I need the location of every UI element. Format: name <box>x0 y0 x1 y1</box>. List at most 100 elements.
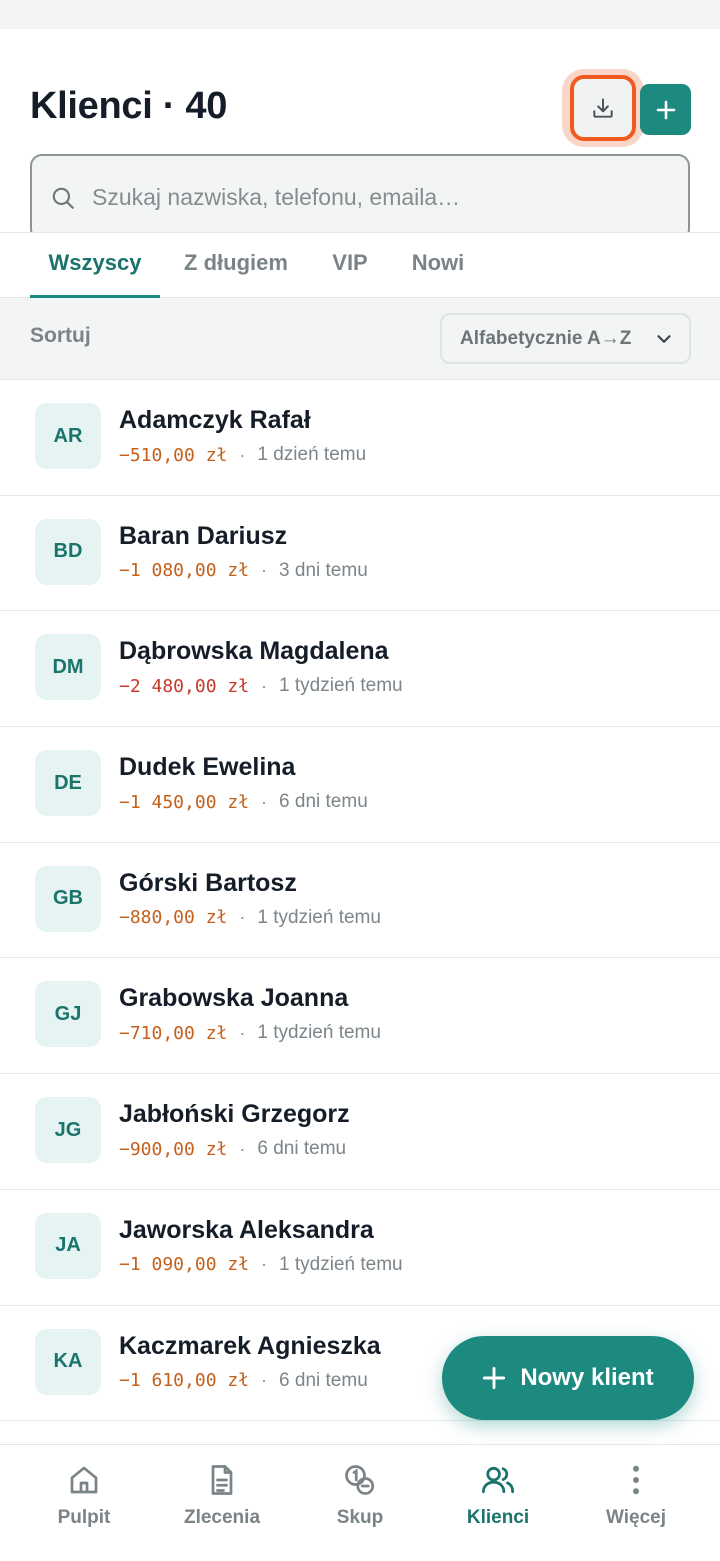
debt-amount: −880,00 zł <box>119 907 228 929</box>
client-meta: −1 080,00 zł · 3 dni temu <box>119 560 368 582</box>
client-meta: −1 610,00 zł · 6 dni temu <box>119 1370 368 1392</box>
tab-label: Z długiem <box>184 250 288 275</box>
separator: · <box>261 675 268 696</box>
export-button[interactable] <box>570 75 636 141</box>
separator: · <box>261 791 268 812</box>
add-client-button[interactable] <box>640 84 691 135</box>
plus-icon <box>656 100 675 119</box>
nav-label: Pulpit <box>57 1507 111 1528</box>
users-icon <box>481 1466 515 1494</box>
client-meta: −880,00 zł · 1 tydzień temu <box>119 907 381 929</box>
tab-vip[interactable]: VIP <box>318 233 382 299</box>
client-name: Dąbrowska Magdalena <box>119 637 389 666</box>
client-name: Kaczmarek Agnieszka <box>119 1331 381 1360</box>
last-activity: 3 dni temu <box>279 559 368 581</box>
nav-item-pulpit[interactable]: Pulpit <box>12 1445 156 1561</box>
bottom-navigation: Pulpit Zlecenia Skup Klienci Więcej <box>0 1444 720 1561</box>
new-client-button[interactable]: Nowy klient <box>442 1336 694 1420</box>
avatar: AR <box>35 403 101 469</box>
client-row[interactable]: GB Górski Bartosz −880,00 zł · 1 tydzień… <box>0 842 720 959</box>
status-bar <box>0 0 720 29</box>
debt-amount: −1 610,00 zł <box>119 1370 250 1391</box>
last-activity: 1 tydzień temu <box>257 1022 381 1044</box>
nav-item-zlecenia[interactable]: Zlecenia <box>150 1445 294 1561</box>
last-activity: 6 dni temu <box>257 1138 347 1160</box>
debt-amount: −2 480,00 zł <box>119 675 250 697</box>
client-name: Jabłoński Grzegorz <box>119 1100 350 1129</box>
separator: · <box>239 444 246 465</box>
plus-icon <box>483 1366 506 1390</box>
nav-item-wiecej[interactable]: Więcej <box>564 1445 708 1561</box>
sort-value: Alfabetycznie A→Z <box>460 327 632 349</box>
sort-dropdown[interactable]: Alfabetycznie A→Z <box>440 313 691 364</box>
debt-amount: −510,00 zł <box>119 444 228 466</box>
debt-amount: −710,00 zł <box>119 1022 228 1044</box>
client-row[interactable]: AR Adamczyk Rafał −510,00 zł · 1 dzień t… <box>0 380 720 496</box>
client-name: Baran Dariusz <box>119 521 288 550</box>
last-activity: 1 tydzień temu <box>257 906 381 928</box>
home-icon <box>70 1466 98 1494</box>
client-name: Jaworska Aleksandra <box>119 1215 374 1244</box>
client-row[interactable]: BD Baran Dariusz −1 080,00 zł · 3 dni te… <box>0 495 720 612</box>
client-meta: −1 090,00 zł · 1 tydzień temu <box>119 1254 403 1276</box>
sort-bar: Sortuj Alfabetycznie A→Z <box>0 298 720 380</box>
avatar: DM <box>35 634 101 701</box>
avatar: DE <box>35 750 101 817</box>
client-name: Adamczyk Rafał <box>119 406 311 434</box>
debt-amount: −1 450,00 zł <box>119 791 250 813</box>
document-icon <box>211 1465 233 1495</box>
last-activity: 6 dni temu <box>279 1369 368 1391</box>
search-input[interactable] <box>92 184 652 211</box>
new-client-label: Nowy klient <box>520 1364 654 1391</box>
separator: · <box>261 1370 268 1390</box>
debt-amount: −1 080,00 zł <box>119 560 250 582</box>
tab-z-dlugiem[interactable]: Z długiem <box>170 233 302 299</box>
tab-label: Wszyscy <box>48 250 142 275</box>
nav-label: Klienci <box>466 1507 530 1528</box>
client-meta: −2 480,00 zł · 1 tydzień temu <box>119 675 403 697</box>
client-meta: −1 450,00 zł · 6 dni temu <box>119 791 368 813</box>
nav-label: Zlecenia <box>183 1507 261 1528</box>
debt-amount: −900,00 zł <box>119 1138 228 1160</box>
avatar: GB <box>35 865 101 932</box>
last-activity: 1 dzień temu <box>257 444 367 465</box>
page-header: Klienci · 40 <box>0 29 720 241</box>
avatar: BD <box>35 518 101 585</box>
nav-item-skup[interactable]: Skup <box>288 1445 432 1561</box>
client-row[interactable]: JG Jabłoński Grzegorz −900,00 zł · 6 dni… <box>0 1074 720 1190</box>
client-row[interactable]: GJ Grabowska Joanna −710,00 zł · 1 tydzi… <box>0 958 720 1075</box>
avatar: KA <box>35 1328 101 1395</box>
tab-nowi[interactable]: Nowi <box>400 233 476 299</box>
chevron-down-icon <box>657 335 671 343</box>
nav-label: Więcej <box>605 1507 667 1528</box>
client-name: Grabowska Joanna <box>119 984 349 1013</box>
search-box[interactable] <box>30 154 690 241</box>
last-activity: 6 dni temu <box>279 791 368 813</box>
tab-label: VIP <box>332 250 368 275</box>
sort-label: Sortuj <box>30 324 91 347</box>
nav-item-klienci[interactable]: Klienci <box>426 1445 570 1561</box>
filter-tabs: Wszyscy Z długiem VIP Nowi <box>0 232 720 299</box>
client-name: Górski Bartosz <box>119 868 297 897</box>
avatar: GJ <box>35 981 101 1048</box>
coins-icon <box>345 1465 375 1495</box>
client-meta: −710,00 zł · 1 tydzień temu <box>119 1022 381 1044</box>
last-activity: 1 tydzień temu <box>279 1253 403 1275</box>
separator: · <box>239 1022 246 1043</box>
client-row[interactable]: JA Jaworska Aleksandra −1 090,00 zł · 1 … <box>0 1189 720 1306</box>
page-title: Klienci · 40 <box>30 85 228 127</box>
separator: · <box>239 907 246 928</box>
client-row[interactable]: DE Dudek Ewelina −1 450,00 zł · 6 dni te… <box>0 727 720 843</box>
more-vertical-icon <box>633 1465 639 1495</box>
client-list: AR Adamczyk Rafał −510,00 zł · 1 dzień t… <box>0 380 720 1422</box>
debt-amount: −1 090,00 zł <box>119 1254 250 1276</box>
separator: · <box>239 1138 246 1159</box>
client-row[interactable]: DM Dąbrowska Magdalena −2 480,00 zł · 1 … <box>0 611 720 728</box>
client-name: Dudek Ewelina <box>119 753 296 782</box>
client-meta: −510,00 zł · 1 dzień temu <box>119 444 366 466</box>
tab-wszyscy[interactable]: Wszyscy <box>30 233 160 299</box>
avatar: JA <box>35 1212 101 1279</box>
last-activity: 1 tydzień temu <box>279 675 403 697</box>
tab-label: Nowi <box>411 250 465 275</box>
separator: · <box>261 1254 268 1275</box>
